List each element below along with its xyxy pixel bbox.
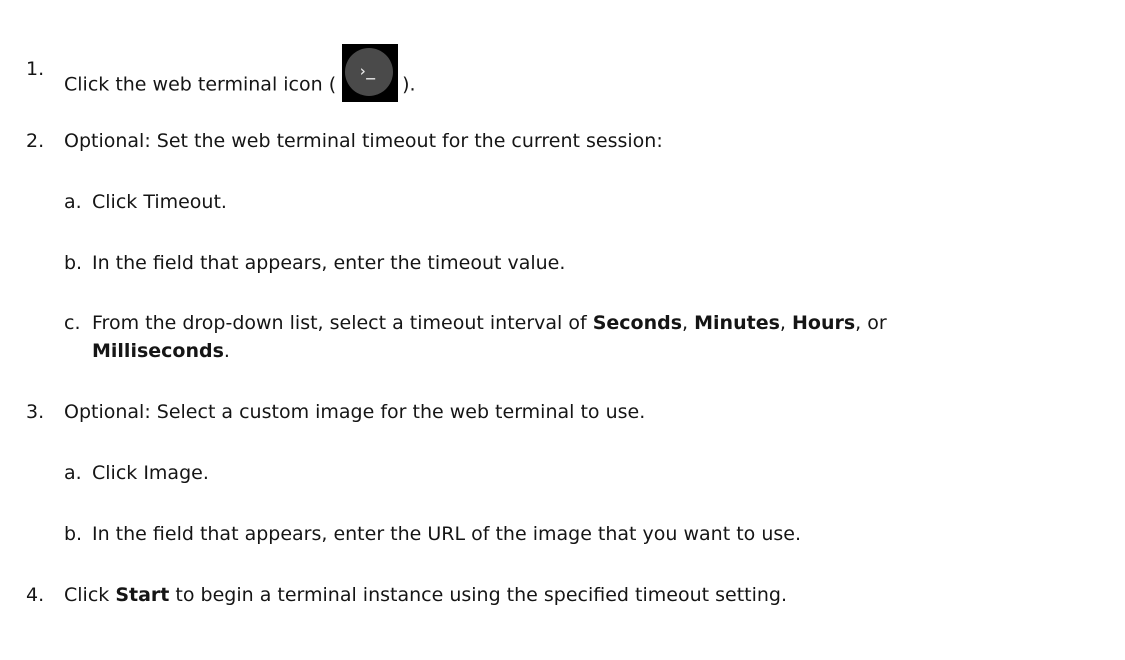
option-hours: Hours xyxy=(792,312,856,334)
step-number: 1. xyxy=(26,58,45,80)
step-text: Optional: Set the web terminal timeout f… xyxy=(64,130,663,152)
option-minutes: Minutes xyxy=(694,312,780,334)
substep-text: Click Image. xyxy=(92,462,209,484)
substep-text: Milliseconds. xyxy=(92,338,230,364)
step-number: 3. xyxy=(26,401,45,423)
terminal-prompt-icon: ›_ xyxy=(358,62,375,80)
step-text-after-icon: ). xyxy=(402,73,416,96)
period: . xyxy=(223,340,230,362)
separator: , xyxy=(682,312,695,334)
substep-text: From the drop-down list, select a timeou… xyxy=(92,310,887,336)
step-text: Click the web terminal icon ( ›_). xyxy=(64,44,416,114)
step-number: 4. xyxy=(26,584,45,606)
web-terminal-icon: ›_ xyxy=(342,44,399,102)
substep-text: In the field that appears, enter the tim… xyxy=(92,252,566,274)
step-text: Optional: Select a custom image for the … xyxy=(64,401,646,423)
start-label: Start xyxy=(115,584,170,606)
substep-text: In the field that appears, enter the URL… xyxy=(92,523,801,545)
substep-text: Click Timeout. xyxy=(92,191,227,213)
step-text: Click Start to begin a terminal instance… xyxy=(64,582,787,608)
substep-text-part: From the drop-down list, select a timeou… xyxy=(92,312,593,334)
procedure-document: 1. Click the web terminal icon (›_). 2. … xyxy=(0,0,1125,660)
step-text-before-icon: Click the web terminal icon ( xyxy=(64,73,337,96)
separator: , or xyxy=(855,312,887,334)
terminal-icon-frame: ›_ xyxy=(342,44,399,102)
step-text-part: Click xyxy=(64,584,116,606)
option-milliseconds: Milliseconds xyxy=(92,340,224,362)
step-number: 2. xyxy=(26,130,45,152)
separator: , xyxy=(779,312,792,334)
option-seconds: Seconds xyxy=(592,312,683,334)
step-text-part: to begin a terminal instance using the s… xyxy=(169,584,788,606)
